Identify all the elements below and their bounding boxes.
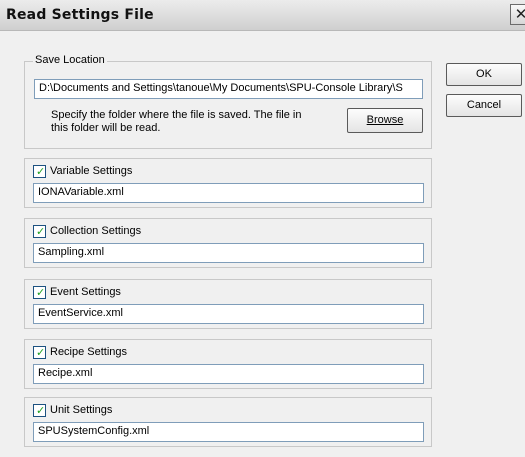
title-bar[interactable]: Read Settings File ✕ — [0, 0, 525, 31]
collection-settings-group: ✓ Collection Settings Sampling.xml — [24, 218, 432, 268]
collection-settings-file-field[interactable]: Sampling.xml — [33, 243, 424, 263]
check-icon: ✓ — [36, 286, 46, 299]
cancel-button[interactable]: Cancel — [446, 94, 522, 117]
save-location-legend: Save Location — [33, 54, 107, 66]
variable-settings-group: ✓ Variable Settings IONAVariable.xml — [24, 158, 432, 208]
unit-settings-checkbox[interactable]: ✓ — [33, 404, 46, 417]
event-settings-file-field[interactable]: EventService.xml — [33, 304, 424, 324]
unit-settings-file-field[interactable]: SPUSystemConfig.xml — [33, 422, 424, 442]
collection-settings-checkbox[interactable]: ✓ — [33, 225, 46, 238]
browse-button-label: Browse — [366, 114, 404, 126]
check-icon: ✓ — [36, 346, 46, 359]
browse-button[interactable]: Browse — [347, 108, 423, 133]
save-location-group: Save Location D:\Documents and Settings\… — [24, 54, 432, 149]
variable-settings-label: Variable Settings — [50, 165, 133, 177]
check-icon: ✓ — [36, 225, 46, 238]
unit-settings-label: Unit Settings — [50, 404, 113, 416]
check-icon: ✓ — [36, 165, 46, 178]
variable-settings-file-field[interactable]: IONAVariable.xml — [33, 183, 424, 203]
dialog-title: Read Settings File — [6, 7, 154, 23]
close-button[interactable]: ✕ — [510, 4, 525, 25]
check-icon: ✓ — [36, 404, 46, 417]
recipe-settings-group: ✓ Recipe Settings Recipe.xml — [24, 339, 432, 389]
save-location-description: Specify the folder where the file is sav… — [51, 109, 302, 134]
close-icon: ✕ — [514, 5, 525, 23]
unit-settings-group: ✓ Unit Settings SPUSystemConfig.xml — [24, 397, 432, 447]
recipe-settings-label: Recipe Settings — [50, 346, 128, 358]
read-settings-dialog: Read Settings File ✕ Save Location D:\Do… — [0, 0, 525, 457]
event-settings-checkbox[interactable]: ✓ — [33, 286, 46, 299]
collection-settings-label: Collection Settings — [50, 225, 142, 237]
recipe-settings-checkbox[interactable]: ✓ — [33, 346, 46, 359]
save-location-path-field[interactable]: D:\Documents and Settings\tanoue\My Docu… — [34, 79, 423, 99]
variable-settings-checkbox[interactable]: ✓ — [33, 165, 46, 178]
event-settings-label: Event Settings — [50, 286, 121, 298]
ok-button-label: OK — [476, 68, 492, 80]
ok-button[interactable]: OK — [446, 63, 522, 86]
recipe-settings-file-field[interactable]: Recipe.xml — [33, 364, 424, 384]
event-settings-group: ✓ Event Settings EventService.xml — [24, 279, 432, 329]
cancel-button-label: Cancel — [466, 99, 502, 111]
